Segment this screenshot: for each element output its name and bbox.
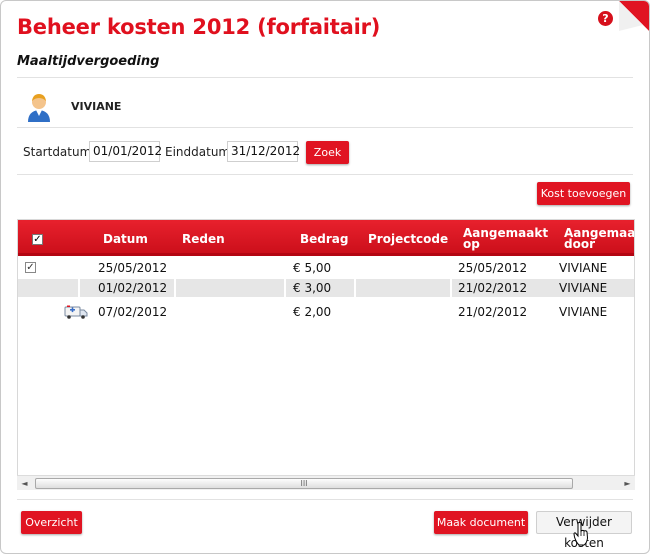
table-row[interactable]: 07/02/2012 € 2,00 21/02/2012 VIVIANE: [18, 302, 634, 322]
cell-created-on: 21/02/2012: [458, 305, 528, 319]
column-header-created-by[interactable]: Aangemaakt door: [564, 227, 634, 250]
start-date-field[interactable]: 01/01/2012: [89, 141, 162, 162]
cell-created-on: 21/02/2012: [458, 281, 528, 295]
cell-date: 07/02/2012: [98, 305, 168, 319]
cell-amount: € 5,00: [293, 261, 332, 275]
scroll-right-icon[interactable]: ►: [620, 476, 635, 491]
make-document-button[interactable]: Maak document: [434, 511, 528, 534]
table-row[interactable]: ✓ 25/05/2012 € 5,00 25/05/2012 VIVIANE: [18, 258, 634, 278]
scroll-left-icon[interactable]: ◄: [17, 476, 32, 491]
divider: [17, 127, 633, 128]
cell-created-by: VIVIANE: [559, 261, 608, 275]
column-header-amount[interactable]: Bedrag: [300, 233, 348, 245]
horizontal-scrollbar[interactable]: ◄ III ►: [17, 475, 635, 490]
cell-date: 01/02/2012: [98, 281, 168, 295]
user-avatar-icon: [28, 94, 50, 122]
divider: [17, 174, 633, 175]
page-title: Beheer kosten 2012 (forfaitair): [17, 15, 381, 39]
cell-date: 25/05/2012: [98, 261, 168, 275]
end-date-field[interactable]: 31/12/2012: [227, 141, 300, 162]
table-row[interactable]: 01/02/2012 € 3,00 21/02/2012 VIVIANE: [18, 278, 634, 298]
column-header-date[interactable]: Datum: [103, 233, 148, 245]
divider: [17, 77, 633, 78]
column-header-project-code[interactable]: Projectcode: [368, 233, 448, 245]
add-cost-button[interactable]: Kost toevoegen: [537, 182, 630, 205]
ambulance-icon: [64, 305, 88, 319]
page-subtitle: Maaltijdvergoeding: [17, 54, 160, 69]
select-all-checkbox[interactable]: ✓: [32, 234, 43, 245]
end-date-label: Einddatum: [165, 145, 231, 159]
search-button[interactable]: Zoek: [306, 141, 349, 164]
hand-cursor-icon: [573, 522, 589, 546]
scrollbar-thumb[interactable]: III: [35, 478, 573, 489]
cell-created-by: VIVIANE: [559, 305, 608, 319]
user-name: VIVIANE: [71, 100, 122, 113]
start-date-label: Startdatum: [23, 145, 92, 159]
costs-table: ✓ Datum Reden Bedrag Projectcode Aangema…: [17, 219, 635, 489]
dialog-window: Beheer kosten 2012 (forfaitair) ? Maalti…: [0, 0, 650, 554]
cell-created-by: VIVIANE: [559, 281, 608, 295]
row-checkbox[interactable]: ✓: [25, 262, 36, 273]
column-header-created-on[interactable]: Aangemaakt op: [463, 227, 553, 250]
cell-amount: € 3,00: [293, 281, 332, 295]
cell-created-on: 25/05/2012: [458, 261, 528, 275]
cell-amount: € 2,00: [293, 305, 332, 319]
page-curl-icon[interactable]: [619, 1, 649, 31]
divider: [17, 499, 633, 500]
column-header-reason[interactable]: Reden: [182, 233, 225, 245]
table-header: ✓ Datum Reden Bedrag Projectcode Aangema…: [18, 220, 634, 256]
help-icon[interactable]: ?: [598, 11, 613, 26]
overview-button[interactable]: Overzicht: [21, 511, 82, 534]
